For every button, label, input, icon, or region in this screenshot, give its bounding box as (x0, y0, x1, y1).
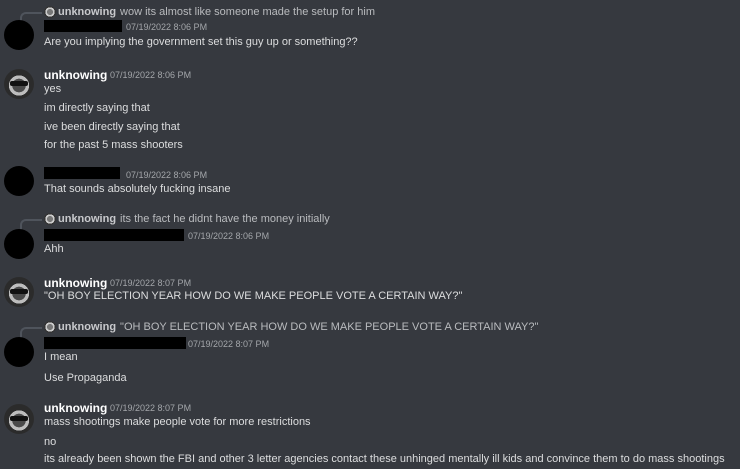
message-1: unknowing wow its almost like someone ma… (0, 0, 740, 60)
timestamp[interactable]: 07/19/2022 8:07 PM (110, 403, 191, 413)
reply-preview[interactable]: unknowing wow its almost like someone ma… (20, 5, 375, 24)
timestamp[interactable]: 07/19/2022 8:06 PM (110, 70, 191, 80)
redacted-username (44, 229, 184, 241)
message-line: im directly saying that (44, 102, 150, 114)
message-line: yes (44, 83, 62, 95)
reply-text[interactable]: wow its almost like someone made the set… (120, 6, 375, 18)
message-line: no (44, 436, 57, 448)
message-line: Are you implying the government set this… (44, 36, 358, 48)
message-line: I mean (44, 351, 78, 363)
reply-avatar-icon (44, 213, 56, 225)
redacted-username (44, 20, 122, 32)
avatar[interactable] (4, 277, 34, 307)
redacted-username (44, 337, 186, 349)
author-name[interactable]: unknowing (44, 401, 107, 415)
reply-text[interactable]: its the fact he didnt have the money ini… (120, 213, 330, 225)
timestamp[interactable]: 07/19/2022 8:07 PM (110, 278, 191, 288)
message-7: unknowing 07/19/2022 8:07 PM mass shooti… (0, 396, 740, 469)
message-5: unknowing 07/19/2022 8:07 PM "OH BOY ELE… (0, 268, 740, 316)
reply-avatar-icon (44, 321, 56, 333)
message-6: unknowing "OH BOY ELECTION YEAR HOW DO W… (0, 316, 740, 396)
reply-author[interactable]: unknowing (58, 6, 116, 18)
avatar[interactable] (4, 166, 34, 196)
reply-author[interactable]: unknowing (58, 321, 116, 333)
reply-preview[interactable]: unknowing "OH BOY ELECTION YEAR HOW DO W… (20, 320, 538, 339)
timestamp[interactable]: 07/19/2022 8:06 PM (188, 231, 269, 241)
message-4: unknowing its the fact he didnt have the… (0, 208, 740, 268)
message-2: unknowing 07/19/2022 8:06 PM yes im dire… (0, 60, 740, 160)
reply-text[interactable]: "OH BOY ELECTION YEAR HOW DO WE MAKE PEO… (120, 321, 538, 333)
avatar[interactable] (4, 69, 34, 99)
avatar[interactable] (4, 404, 34, 434)
message-3: 07/19/2022 8:06 PM That sounds absolutel… (0, 160, 740, 205)
message-line: That sounds absolutely fucking insane (44, 183, 231, 195)
avatar[interactable] (4, 229, 34, 259)
message-line: its already been shown the FBI and other… (44, 453, 725, 465)
reply-author[interactable]: unknowing (58, 213, 116, 225)
message-line: Use Propaganda (44, 372, 127, 384)
author-name[interactable]: unknowing (44, 68, 107, 82)
message-line: ive been directly saying that (44, 121, 180, 133)
message-line: Ahh (44, 243, 64, 255)
reply-avatar-icon (44, 6, 56, 18)
timestamp[interactable]: 07/19/2022 8:07 PM (188, 339, 269, 349)
reply-preview[interactable]: unknowing its the fact he didnt have the… (20, 212, 330, 231)
redacted-username (44, 167, 120, 179)
author-name[interactable]: unknowing (44, 276, 107, 290)
avatar[interactable] (4, 337, 34, 367)
message-line: mass shootings make people vote for more… (44, 416, 311, 428)
message-line: "OH BOY ELECTION YEAR HOW DO WE MAKE PEO… (44, 290, 463, 302)
message-line: for the past 5 mass shooters (44, 139, 183, 151)
timestamp[interactable]: 07/19/2022 8:06 PM (126, 170, 207, 180)
avatar[interactable] (4, 20, 34, 50)
timestamp[interactable]: 07/19/2022 8:06 PM (126, 22, 207, 32)
